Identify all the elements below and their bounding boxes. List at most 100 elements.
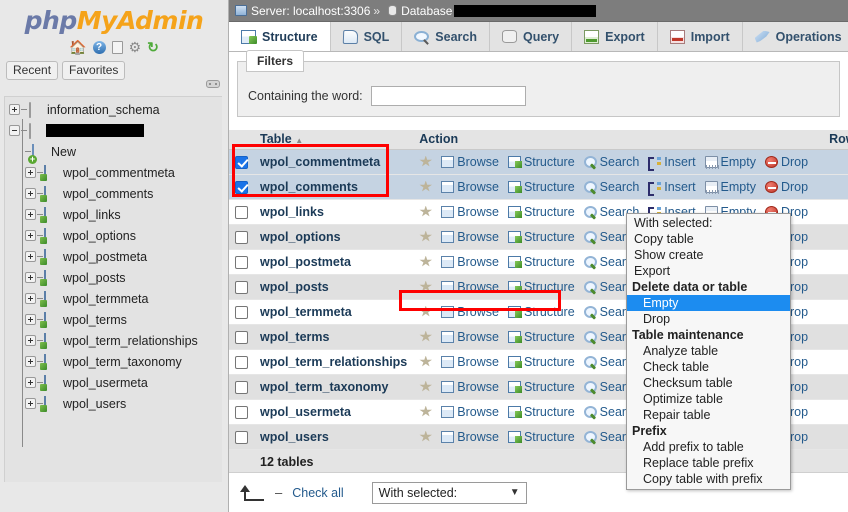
structure-action[interactable]: Structure — [507, 330, 575, 344]
insert-action[interactable]: Insert — [648, 180, 696, 196]
browse-action[interactable]: Browse — [441, 380, 499, 394]
tree-item-wpol-term-relationships[interactable]: wpol_term_relationships — [5, 330, 222, 351]
structure-action[interactable]: Structure — [507, 355, 575, 369]
tree-item-wpol-commentmeta[interactable]: wpol_commentmeta — [5, 162, 222, 183]
expand-icon[interactable] — [9, 104, 20, 115]
row-table-name[interactable]: wpol_termmeta — [254, 299, 414, 325]
favorite-action[interactable] — [419, 230, 433, 243]
tree-item-wpol-usermeta[interactable]: wpol_usermeta — [5, 372, 222, 393]
tab-structure[interactable]: Structure — [229, 22, 331, 51]
search-action[interactable]: Search — [583, 155, 639, 169]
favorite-action[interactable] — [419, 280, 433, 293]
browse-action[interactable]: Browse — [441, 280, 499, 294]
row-select-cell[interactable] — [229, 299, 254, 325]
expand-icon[interactable] — [25, 356, 36, 367]
structure-action[interactable]: Structure — [507, 230, 575, 244]
row-select-cell[interactable] — [229, 349, 254, 375]
row-select-cell[interactable] — [229, 374, 254, 400]
tree-item-wpol-options[interactable]: wpol_options — [5, 225, 222, 246]
phpmyadmin-logo[interactable]: phpMyAdmin — [0, 0, 228, 35]
row-table-name[interactable]: wpol_posts — [254, 274, 414, 300]
tab-operations[interactable]: Operations — [742, 22, 848, 51]
empty-action[interactable]: Empty — [704, 155, 756, 169]
browse-action[interactable]: Browse — [441, 430, 499, 444]
insert-action[interactable]: Insert — [648, 155, 696, 171]
expand-icon[interactable] — [25, 251, 36, 262]
menu-item-repair-table[interactable]: Repair table — [627, 407, 790, 423]
structure-action[interactable]: Structure — [507, 180, 575, 194]
menu-item-export[interactable]: Export — [627, 263, 790, 279]
expand-icon[interactable] — [25, 377, 36, 388]
favorite-action[interactable] — [419, 255, 433, 268]
browse-action[interactable]: Browse — [441, 330, 499, 344]
settings-gear-icon[interactable]: ⚙ — [129, 40, 142, 54]
row-checkbox[interactable] — [235, 355, 248, 369]
expand-icon[interactable] — [25, 314, 36, 325]
row-table-name[interactable]: wpol_usermeta — [254, 399, 414, 425]
structure-action[interactable]: Structure — [507, 430, 575, 444]
search-action[interactable]: Search — [583, 180, 639, 194]
structure-action[interactable]: Structure — [507, 205, 575, 219]
tab-sql[interactable]: SQL — [330, 22, 403, 51]
menu-item-check-table[interactable]: Check table — [627, 359, 790, 375]
row-checkbox[interactable] — [235, 205, 248, 219]
help-icon[interactable]: ? — [92, 40, 106, 54]
row-select-cell[interactable] — [229, 224, 254, 250]
browse-action[interactable]: Browse — [441, 405, 499, 419]
recent-button[interactable]: Recent — [6, 61, 59, 80]
drop-action[interactable]: Drop — [764, 180, 808, 194]
expand-icon[interactable] — [25, 167, 36, 178]
structure-action[interactable]: Structure — [507, 305, 575, 319]
menu-item-show-create[interactable]: Show create — [627, 247, 790, 263]
favorite-action[interactable] — [419, 330, 433, 343]
tab-query[interactable]: Query — [489, 22, 573, 51]
row-table-name[interactable]: wpol_terms — [254, 324, 414, 350]
table-row[interactable]: wpol_comments Browse Structure Search In… — [229, 174, 848, 200]
expand-icon[interactable] — [25, 209, 36, 220]
structure-action[interactable]: Structure — [507, 255, 575, 269]
tree-item-wpol-links[interactable]: wpol_links — [5, 204, 222, 225]
row-checkbox[interactable] — [235, 305, 248, 319]
row-checkbox[interactable] — [235, 230, 248, 244]
row-table-name[interactable]: wpol_postmeta — [254, 249, 414, 275]
menu-item-copy-table-with-prefix[interactable]: Copy table with prefix — [627, 471, 790, 487]
row-checkbox[interactable] — [235, 405, 248, 419]
menu-item-optimize-table[interactable]: Optimize table — [627, 391, 790, 407]
row-table-name[interactable]: wpol_links — [254, 199, 414, 225]
row-checkbox[interactable] — [235, 280, 248, 294]
browse-action[interactable]: Browse — [441, 205, 499, 219]
expand-icon[interactable] — [25, 335, 36, 346]
tree-item-current-database[interactable] — [5, 120, 222, 141]
docs-icon[interactable] — [111, 40, 123, 54]
row-table-name[interactable]: wpol_comments — [254, 174, 414, 200]
favorite-action[interactable] — [419, 205, 433, 218]
collapse-icon[interactable] — [9, 125, 20, 136]
menu-item-empty[interactable]: Empty — [627, 295, 790, 311]
tab-search[interactable]: Search — [402, 22, 490, 51]
breadcrumb-database-label[interactable]: Database — [401, 4, 452, 18]
table-column-header[interactable]: Table ▲ — [254, 130, 414, 150]
row-select-cell[interactable] — [229, 199, 254, 225]
row-select-cell[interactable] — [229, 324, 254, 350]
with-selected-dropdown-menu[interactable]: With selected: Copy table Show create Ex… — [626, 213, 791, 490]
expand-icon[interactable] — [25, 188, 36, 199]
reload-icon[interactable]: ↻ — [147, 40, 159, 54]
expand-icon[interactable] — [25, 398, 36, 409]
menu-item-checksum-table[interactable]: Checksum table — [627, 375, 790, 391]
row-checkbox[interactable] — [235, 255, 248, 269]
menu-item-with-selected[interactable]: With selected: — [627, 215, 790, 231]
favorite-action[interactable] — [419, 180, 433, 193]
with-selected-select[interactable]: With selected: ▼ — [371, 481, 527, 504]
tree-item-new[interactable]: New — [5, 141, 222, 162]
tree-item-wpol-posts[interactable]: wpol_posts — [5, 267, 222, 288]
expand-icon[interactable] — [25, 230, 36, 241]
home-icon[interactable]: 🏠 — [69, 40, 86, 54]
tree-item-wpol-terms[interactable]: wpol_terms — [5, 309, 222, 330]
browse-action[interactable]: Browse — [441, 355, 499, 369]
row-select-cell[interactable] — [229, 399, 254, 425]
empty-action[interactable]: Empty — [704, 180, 756, 194]
row-checkbox[interactable] — [235, 380, 248, 394]
favorite-action[interactable] — [419, 405, 433, 418]
structure-action[interactable]: Structure — [507, 280, 575, 294]
browse-action[interactable]: Browse — [441, 305, 499, 319]
